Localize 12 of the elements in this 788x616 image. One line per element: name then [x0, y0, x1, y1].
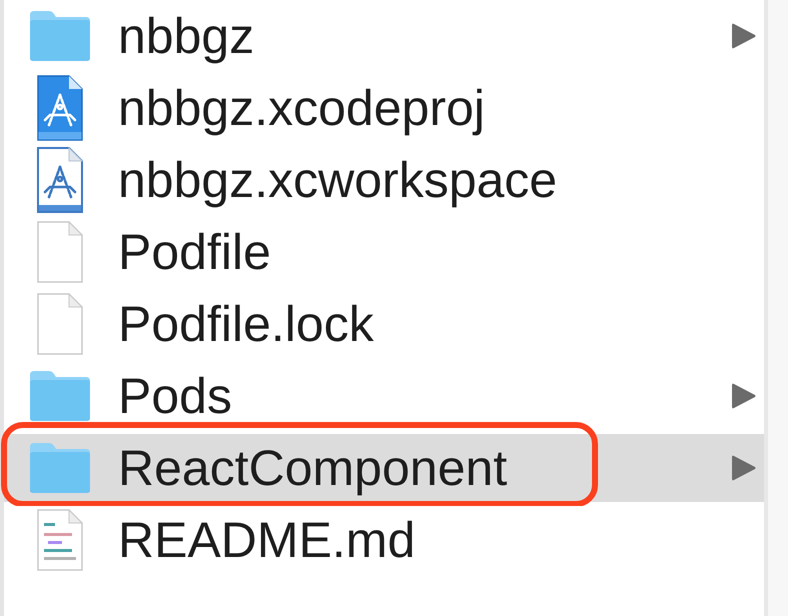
expand-arrow-icon [732, 23, 756, 49]
folder-icon [30, 371, 90, 421]
app-document-icon [37, 75, 83, 141]
folder-icon [30, 11, 90, 61]
text-document-icon [37, 509, 83, 571]
folder-icon [30, 443, 90, 493]
expand-arrow-icon [732, 455, 756, 481]
app-document-icon [37, 147, 83, 213]
file-row[interactable]: ReactComponent [4, 434, 764, 502]
expand-arrow-icon [732, 383, 756, 409]
blank-document-icon [37, 221, 83, 283]
blank-document-icon [37, 293, 83, 355]
